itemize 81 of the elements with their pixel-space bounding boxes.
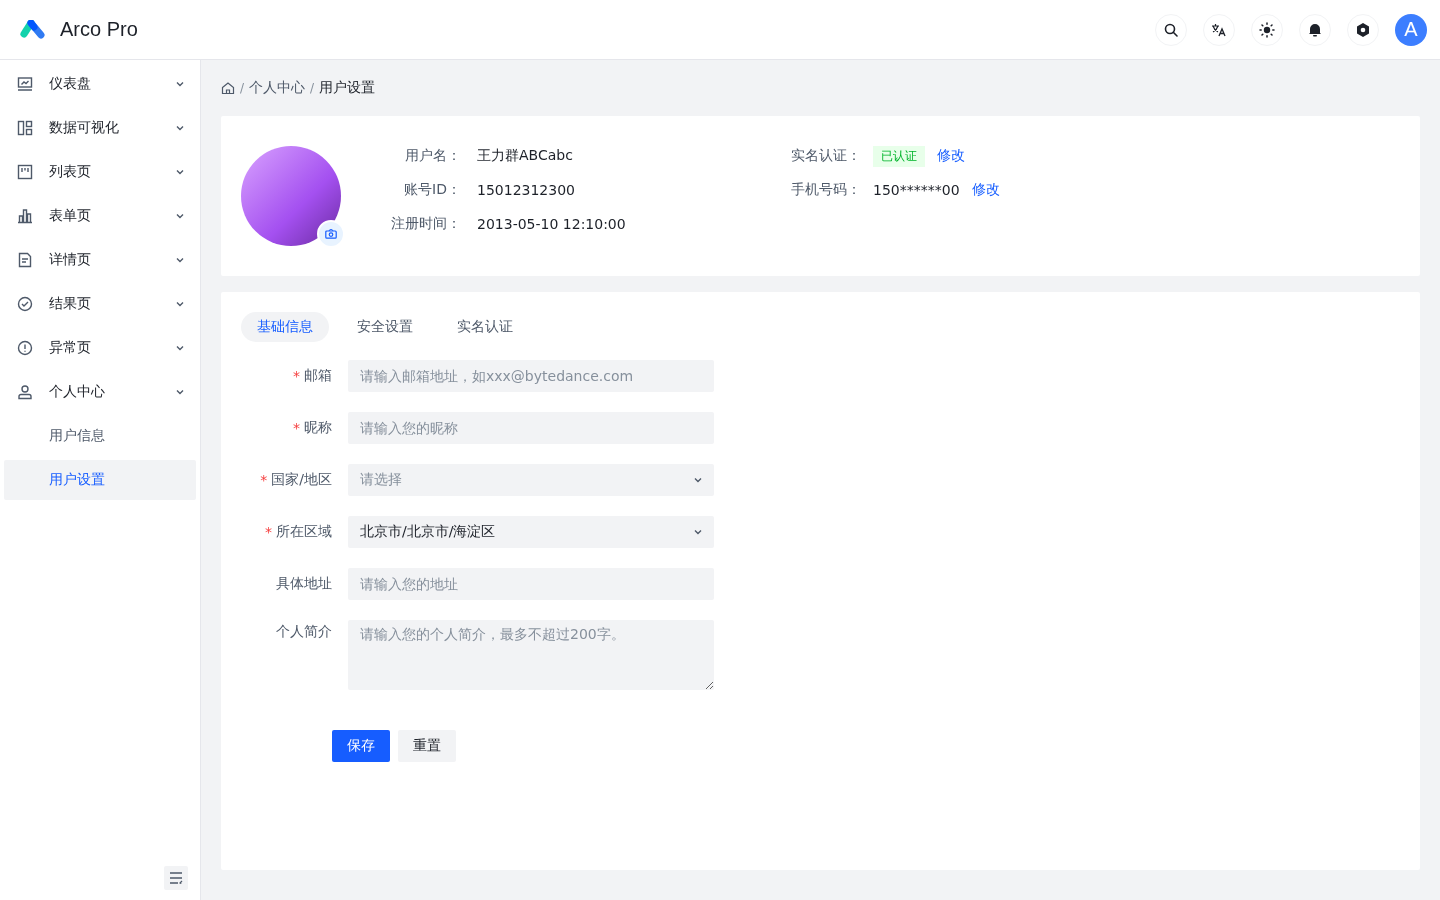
breadcrumb-separator: / [310,81,315,95]
chevron-down-icon [694,477,702,483]
form-label: 国家/地区 [271,471,332,489]
app-title: Arco Pro [60,18,138,41]
reset-button[interactable]: 重置 [398,730,456,762]
document-icon [17,252,33,268]
form-label: 具体地址 [276,575,332,593]
select-field[interactable]: 北京市/北京市/海淀区 [348,516,714,548]
edit-link[interactable]: 修改 [937,147,965,165]
edit-link[interactable]: 修改 [971,181,1000,199]
field-label: 手机号码： [790,181,861,199]
language-button[interactable] [1203,13,1235,46]
input-field[interactable]: 请输入您的地址 [348,568,714,600]
required-asterisk: * [265,524,272,540]
menu-item[interactable]: 表单页 [4,196,196,236]
menu-fold-icon [169,872,183,884]
menu-item[interactable]: 结果页 [4,284,196,324]
breadcrumb-item: 用户设置 [319,79,376,97]
field-label: 用户名： [404,147,461,165]
collapse-sidebar-button[interactable] [164,866,188,890]
settings-button[interactable] [1347,13,1379,46]
menu-item[interactable]: 列表页 [4,152,196,192]
chevron-down-icon [176,345,184,351]
field-label: 注册时间： [390,215,461,233]
chevron-down-icon [176,301,184,307]
tab[interactable]: 基础信息 [241,312,329,342]
notification-button[interactable] [1299,13,1331,46]
tab[interactable]: 安全设置 [341,312,429,342]
camera-icon [325,229,337,239]
exclamation-circle-icon [17,340,33,356]
breadcrumb-item[interactable]: 个人中心 [249,79,306,97]
chevron-down-icon [176,81,184,87]
list-icon [17,164,33,180]
chevron-down-icon [176,257,184,263]
chevron-down-icon [176,125,184,131]
field-value: 150******00 [873,182,960,198]
form-label: 所在区域 [276,523,332,541]
home-icon[interactable] [221,81,235,95]
breadcrumb-separator: / [240,81,245,95]
textarea-field[interactable]: 请输入您的个人简介，最多不超过200字。 [348,620,714,690]
field-value: 王力群ABCabc [477,147,573,165]
user-avatar[interactable]: A [1395,13,1427,46]
required-asterisk: * [293,420,300,436]
user-icon [17,384,33,400]
field-value: 15012312300 [477,182,575,198]
settings-icon [1355,21,1371,38]
monitor-icon [17,76,33,92]
menu-item[interactable]: 个人中心 [4,372,196,412]
submenu-item[interactable]: 用户信息 [4,416,196,456]
submenu-item[interactable]: 用户设置 [4,460,196,500]
menu-item[interactable]: 异常页 [4,328,196,368]
field-value: 2013-05-10 12:10:00 [477,216,626,232]
chevron-down-icon [176,389,184,395]
save-button[interactable]: 保存 [332,730,390,762]
form-label: 个人简介 [276,623,332,641]
menu-item[interactable]: 详情页 [4,240,196,280]
field-label: 账号ID： [403,181,461,199]
theme-button[interactable] [1251,13,1283,46]
check-circle-icon [17,296,33,312]
bell-icon [1308,22,1322,37]
field-label: 实名认证： [790,147,861,165]
layout-icon [17,120,33,136]
form-label: 邮箱 [304,367,332,385]
chevron-down-icon [176,169,184,175]
input-field[interactable]: 请输入您的昵称 [348,412,714,444]
input-field[interactable]: 请输入邮箱地址，如xxx@bytedance.com [348,360,714,392]
translate-icon [1211,22,1227,37]
tab[interactable]: 实名认证 [441,312,529,342]
menu-item[interactable]: 仪表盘 [4,64,196,104]
required-asterisk: * [293,368,300,384]
search-button[interactable] [1155,13,1187,46]
chevron-down-icon [176,213,184,219]
required-asterisk: * [260,472,268,488]
form-label: 昵称 [304,419,332,437]
bar-chart-icon [17,208,33,224]
sun-icon [1259,21,1275,38]
chevron-down-icon [694,529,702,535]
menu-item[interactable]: 数据可视化 [4,108,196,148]
logo-icon [20,19,48,40]
verified-tag: 已认证 [873,145,925,167]
search-icon [1164,22,1178,37]
